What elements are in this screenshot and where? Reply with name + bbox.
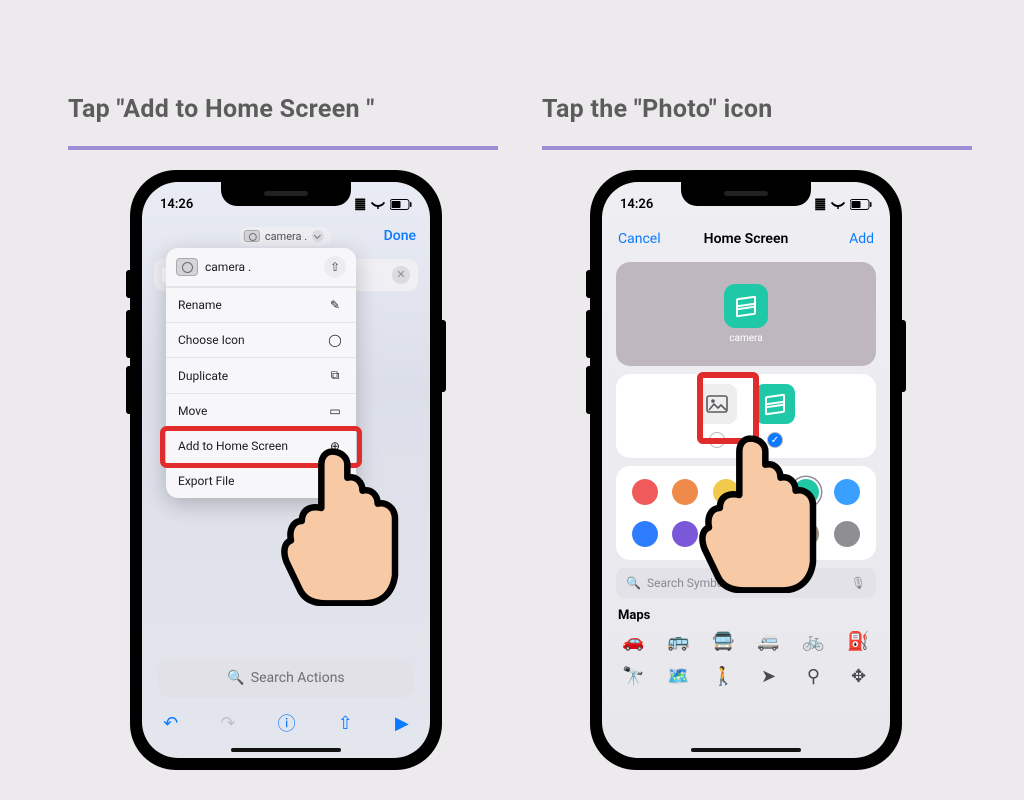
right-instruction: Tap the "Photo" icon <box>542 95 972 150</box>
search-actions-placeholder: Search Actions <box>251 670 345 686</box>
color-swatch[interactable] <box>713 479 739 505</box>
share-button[interactable]: ⇧ <box>338 713 353 734</box>
search-symbols-input[interactable]: 🔍 Search Symbols 🎙 <box>616 568 876 598</box>
search-symbols-placeholder: Search Symbols <box>647 576 733 590</box>
camera-icon <box>176 258 198 276</box>
color-swatch[interactable] <box>672 521 698 547</box>
symbol-bus-icon[interactable]: 🚌 <box>667 631 689 652</box>
phone-left: 14:26 ䷀ camera . Done ↗ O ✕ <box>130 170 442 770</box>
symbol-map-icon[interactable]: 🗺️ <box>667 666 689 687</box>
info-button[interactable]: ⓘ <box>278 710 296 736</box>
add-home-icon: ⊕ <box>326 439 344 453</box>
app-icon-preview <box>724 284 768 328</box>
icon-source-card: ✓ <box>616 374 876 458</box>
color-swatch-card <box>616 466 876 560</box>
color-swatch[interactable] <box>753 479 779 505</box>
menu-title: camera . <box>205 260 251 274</box>
color-swatch[interactable] <box>632 521 658 547</box>
icon-placeholder-icon: ◯ <box>326 333 344 347</box>
default-icon-button[interactable] <box>755 384 795 424</box>
export-icon: ⇧ <box>326 474 344 488</box>
search-icon: 🔍 <box>626 576 641 590</box>
camera-icon <box>244 230 260 242</box>
shortcut-context-menu: camera . ⇧ Rename ✎ Choose Icon ◯ Duplic… <box>166 248 356 498</box>
undo-button[interactable]: ↶ <box>163 713 178 734</box>
shortcut-title: camera . <box>265 230 307 243</box>
run-button[interactable]: ▶ <box>395 713 409 734</box>
phone-right: 14:26 ䷀ Cancel Home Screen Add camera <box>590 170 902 770</box>
shortcut-title-chip[interactable]: camera . <box>240 227 332 246</box>
cancel-button[interactable]: Cancel <box>618 231 661 247</box>
share-icon[interactable]: ⇧ <box>324 256 346 278</box>
color-swatch[interactable] <box>632 479 658 505</box>
app-name-label: camera <box>729 333 762 344</box>
dictation-icon[interactable]: 🎙 <box>851 576 866 590</box>
menu-add-home-screen[interactable]: Add to Home Screen ⊕ <box>166 428 356 463</box>
status-indicators: ䷀ <box>354 197 412 212</box>
photo-radio[interactable] <box>709 432 725 448</box>
color-swatch[interactable] <box>834 479 860 505</box>
symbol-binoc-icon[interactable]: 🔭 <box>622 666 644 687</box>
menu-duplicate[interactable]: Duplicate ⧉ <box>166 357 356 393</box>
remove-action-button[interactable]: ✕ <box>392 266 410 284</box>
search-icon: 🔍 <box>227 670 244 686</box>
pencil-icon: ✎ <box>326 298 344 312</box>
status-indicators: ䷀ <box>814 197 872 212</box>
menu-move[interactable]: Move ▭ <box>166 393 356 428</box>
color-swatch-selected[interactable] <box>793 479 819 505</box>
symbol-nav-icon[interactable]: ➤ <box>761 666 776 687</box>
add-button[interactable]: Add <box>849 231 874 247</box>
editor-toolbar: ↶ ↷ ⓘ ⇧ ▶ <box>142 704 430 742</box>
left-instruction: Tap "Add to Home Screen " <box>68 95 498 150</box>
chevron-down-icon <box>312 230 324 242</box>
menu-rename[interactable]: Rename ✎ <box>166 287 356 322</box>
menu-choose-icon[interactable]: Choose Icon ◯ <box>166 322 356 357</box>
icon-preview-card: camera <box>616 262 876 366</box>
symbol-walk-icon[interactable]: 🚶 <box>712 666 734 687</box>
search-actions-input[interactable]: 🔍 Search Actions <box>158 658 414 698</box>
symbol-move-icon[interactable]: ✥ <box>851 666 866 687</box>
color-swatch[interactable] <box>753 521 779 547</box>
status-time: 14:26 <box>620 197 653 212</box>
symbols-grid: 🚗 🚌 🚍 🚐 🚲 ⛽ 🔭 🗺️ 🚶 ➤ ⚲ ✥ <box>616 631 876 687</box>
symbol-van-icon[interactable]: 🚐 <box>757 631 779 652</box>
symbol-bike-icon[interactable]: 🚲 <box>802 631 824 652</box>
symbol-fuel-icon[interactable]: ⛽ <box>847 631 869 652</box>
symbols-section-header: Maps <box>616 604 876 631</box>
choose-photo-button[interactable] <box>697 384 737 424</box>
duplicate-icon: ⧉ <box>326 368 344 383</box>
status-time: 14:26 <box>160 197 193 212</box>
color-swatch[interactable] <box>672 479 698 505</box>
folder-icon: ▭ <box>326 404 344 418</box>
color-swatch[interactable] <box>793 521 819 547</box>
shortcuts-glyph-icon <box>765 394 785 414</box>
default-radio[interactable]: ✓ <box>767 432 783 448</box>
redo-button[interactable]: ↷ <box>220 713 235 734</box>
color-swatch[interactable] <box>713 521 739 547</box>
shortcuts-glyph-icon <box>736 296 756 316</box>
menu-export-file[interactable]: Export File ⇧ <box>166 463 356 498</box>
modal-title: Home Screen <box>704 231 789 247</box>
photo-icon <box>706 395 728 413</box>
symbol-bus2-icon[interactable]: 🚍 <box>712 631 734 652</box>
symbol-pin-icon[interactable]: ⚲ <box>807 666 820 687</box>
symbol-car-icon[interactable]: 🚗 <box>622 631 644 652</box>
color-swatch[interactable] <box>834 521 860 547</box>
done-button[interactable]: Done <box>384 228 416 244</box>
